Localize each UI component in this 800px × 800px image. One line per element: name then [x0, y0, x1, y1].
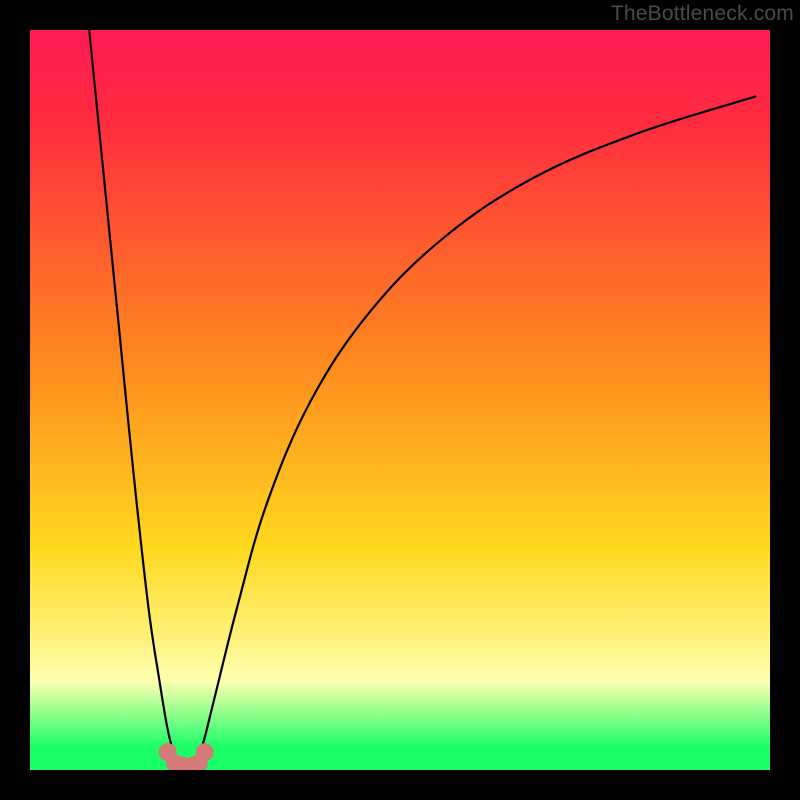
curve-right-branch	[197, 97, 756, 763]
bottleneck-curve	[30, 30, 770, 770]
valley-marker	[196, 743, 214, 761]
curve-left-branch	[89, 30, 176, 763]
plot-area	[30, 30, 770, 770]
chart-frame: TheBottleneck.com	[0, 0, 800, 800]
watermark-text: TheBottleneck.com	[611, 2, 794, 26]
